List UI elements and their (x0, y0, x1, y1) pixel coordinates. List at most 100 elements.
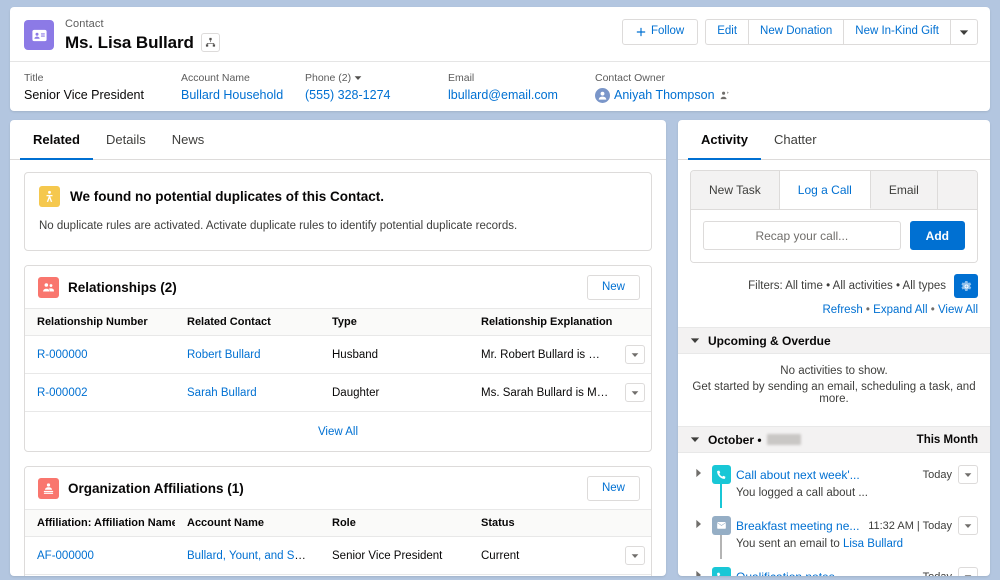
chevron-down-icon[interactable] (958, 465, 978, 484)
timeline-item-body: Qualification notes Today You logged a c… (736, 559, 978, 576)
chevron-right-icon[interactable] (690, 457, 706, 508)
composer-tab-email[interactable]: Email (871, 171, 938, 209)
column-status[interactable]: Status (469, 510, 617, 537)
composer-tablist: New Task Log a Call Email (691, 171, 977, 209)
column-related-contact[interactable]: Related Contact (175, 309, 320, 336)
empty-state-subtitle: Get started by sending an email, schedul… (692, 381, 976, 405)
record-header: Contact Ms. Lisa Bullard Follow Edit New… (10, 7, 990, 111)
timeline-recipient-link[interactable]: Lisa Bullard (843, 538, 903, 550)
timeline-item: Call about next week'... Today You logge… (690, 457, 978, 508)
record-name-row: Ms. Lisa Bullard (65, 32, 622, 53)
timeline-description: You logged a call about ... (736, 487, 868, 499)
more-actions-button[interactable] (950, 19, 978, 45)
relationships-new-button[interactable]: New (586, 274, 640, 300)
refresh-link[interactable]: Refresh (822, 304, 862, 316)
chevron-down-icon[interactable] (958, 516, 978, 535)
add-button[interactable]: Add (909, 221, 965, 250)
chevron-down-icon[interactable] (690, 436, 700, 443)
view-all-link[interactable]: View All (318, 426, 358, 438)
affiliation-number-link[interactable]: AF-000000 (37, 550, 94, 562)
chevron-right-icon[interactable] (690, 559, 706, 576)
affiliations-card-header: Organization Affiliations (1) New (25, 467, 651, 510)
gear-icon[interactable] (954, 274, 978, 298)
relationship-number-link[interactable]: R-000000 (37, 349, 88, 361)
column-account-name[interactable]: Account Name (175, 510, 320, 537)
relationship-number-link[interactable]: R-000002 (37, 387, 88, 399)
chevron-down-icon[interactable] (958, 567, 978, 576)
field-phone-label-text: Phone (2) (305, 72, 352, 84)
affiliations-card: Organization Affiliations (1) New Affili… (24, 466, 652, 576)
related-contact-link[interactable]: Sarah Bullard (187, 387, 257, 399)
record-title-block: Contact Ms. Lisa Bullard (65, 17, 622, 53)
chevron-down-icon[interactable] (354, 75, 362, 81)
field-title-label: Title (24, 72, 44, 84)
edit-button[interactable]: Edit (705, 19, 749, 45)
composer-tab-log-a-call[interactable]: Log a Call (779, 171, 871, 209)
chevron-down-icon[interactable] (625, 383, 645, 402)
table-row: R-000000 Robert Bullard Husband Mr. Robe… (25, 335, 651, 374)
timeline-subject-link[interactable]: Call about next week'... (736, 468, 917, 482)
activity-links-row: Refresh • Expand All • View All (690, 304, 978, 316)
month-section-right-label: This Month (916, 433, 978, 446)
avatar (595, 88, 610, 103)
column-relationship-number[interactable]: Relationship Number (25, 309, 175, 336)
view-all-link[interactable]: View All (938, 304, 978, 316)
hierarchy-icon[interactable] (200, 33, 220, 52)
cell-relationship-number: R-000002 (25, 374, 175, 412)
affiliation-account-link[interactable]: Bullard, Yount, and Sherma... (187, 550, 320, 562)
affiliations-new-button[interactable]: New (586, 475, 640, 501)
phone-link[interactable]: (555) 328-1274 (305, 87, 390, 104)
empty-state-title: No activities to show. (780, 365, 888, 377)
column-row-actions (617, 309, 651, 336)
timeline-item-top-row: Breakfast meeting ne... 11:32 AM | Today (736, 516, 978, 535)
column-role[interactable]: Role (320, 510, 469, 537)
timeline-icon-column (706, 559, 736, 576)
new-in-kind-gift-button[interactable]: New In-Kind Gift (843, 19, 950, 45)
composer-tab-new-task[interactable]: New Task (691, 171, 780, 209)
chevron-down-icon[interactable] (625, 345, 645, 364)
follow-button[interactable]: Follow (621, 19, 699, 45)
chevron-right-icon[interactable] (690, 508, 706, 559)
call-recap-input[interactable] (703, 221, 901, 250)
relationships-view-all: View All (25, 411, 651, 451)
relationships-table: Relationship Number Related Contact Type… (25, 309, 651, 411)
column-relationship-explanation[interactable]: Relationship Explanation (469, 309, 617, 336)
field-account-name-label: Account Name (181, 72, 250, 84)
cell-row-actions (617, 537, 651, 575)
timeline-subject-link[interactable]: Breakfast meeting ne... (736, 519, 862, 533)
chevron-down-icon[interactable] (625, 546, 645, 565)
tab-chatter[interactable]: Chatter (761, 120, 830, 160)
duplicate-check-card: We found no potential duplicates of this… (24, 172, 652, 251)
cell-related-contact: Robert Bullard (175, 335, 320, 374)
column-type[interactable]: Type (320, 309, 469, 336)
header-action-bar: Follow Edit New Donation New In-Kind Gif… (621, 19, 978, 45)
activity-panel: Activity Chatter New Task Log a Call Ema… (678, 120, 990, 576)
cell-role: Senior Vice President (332, 549, 443, 562)
contact-owner-link[interactable]: Aniyah Thompson (614, 87, 715, 104)
email-icon (711, 516, 731, 535)
tab-activity[interactable]: Activity (688, 120, 761, 160)
chevron-down-icon[interactable] (690, 337, 700, 344)
duplicate-warning-icon (39, 186, 60, 207)
month-section-header[interactable]: October • This Month (678, 426, 990, 453)
link-separator-2: • (927, 304, 938, 316)
related-contact-link[interactable]: Robert Bullard (187, 349, 261, 361)
new-donation-button[interactable]: New Donation (748, 19, 844, 45)
timeline-subject-link[interactable]: Qualification notes (736, 570, 917, 577)
tab-related[interactable]: Related (20, 120, 93, 160)
expand-all-link[interactable]: Expand All (873, 304, 927, 316)
activity-composer: New Task Log a Call Email Add (690, 170, 978, 263)
field-contact-owner-label: Contact Owner (595, 72, 666, 84)
activity-content: New Task Log a Call Email Add Filters: A… (678, 160, 990, 576)
tab-news[interactable]: News (159, 120, 218, 160)
email-link[interactable]: lbullard@email.com (448, 87, 558, 104)
user-change-owner-icon[interactable] (719, 90, 730, 101)
column-affiliation-name[interactable]: Affiliation: Affiliation Name (25, 510, 175, 537)
link-separator-1: • (862, 304, 874, 316)
timeline-connector (720, 535, 722, 559)
tab-details[interactable]: Details (93, 120, 159, 160)
upcoming-overdue-header[interactable]: Upcoming & Overdue (678, 327, 990, 354)
field-title: Title Senior Vice President (24, 71, 181, 102)
cell-row-actions (617, 374, 651, 412)
account-name-link[interactable]: Bullard Household (181, 87, 283, 104)
